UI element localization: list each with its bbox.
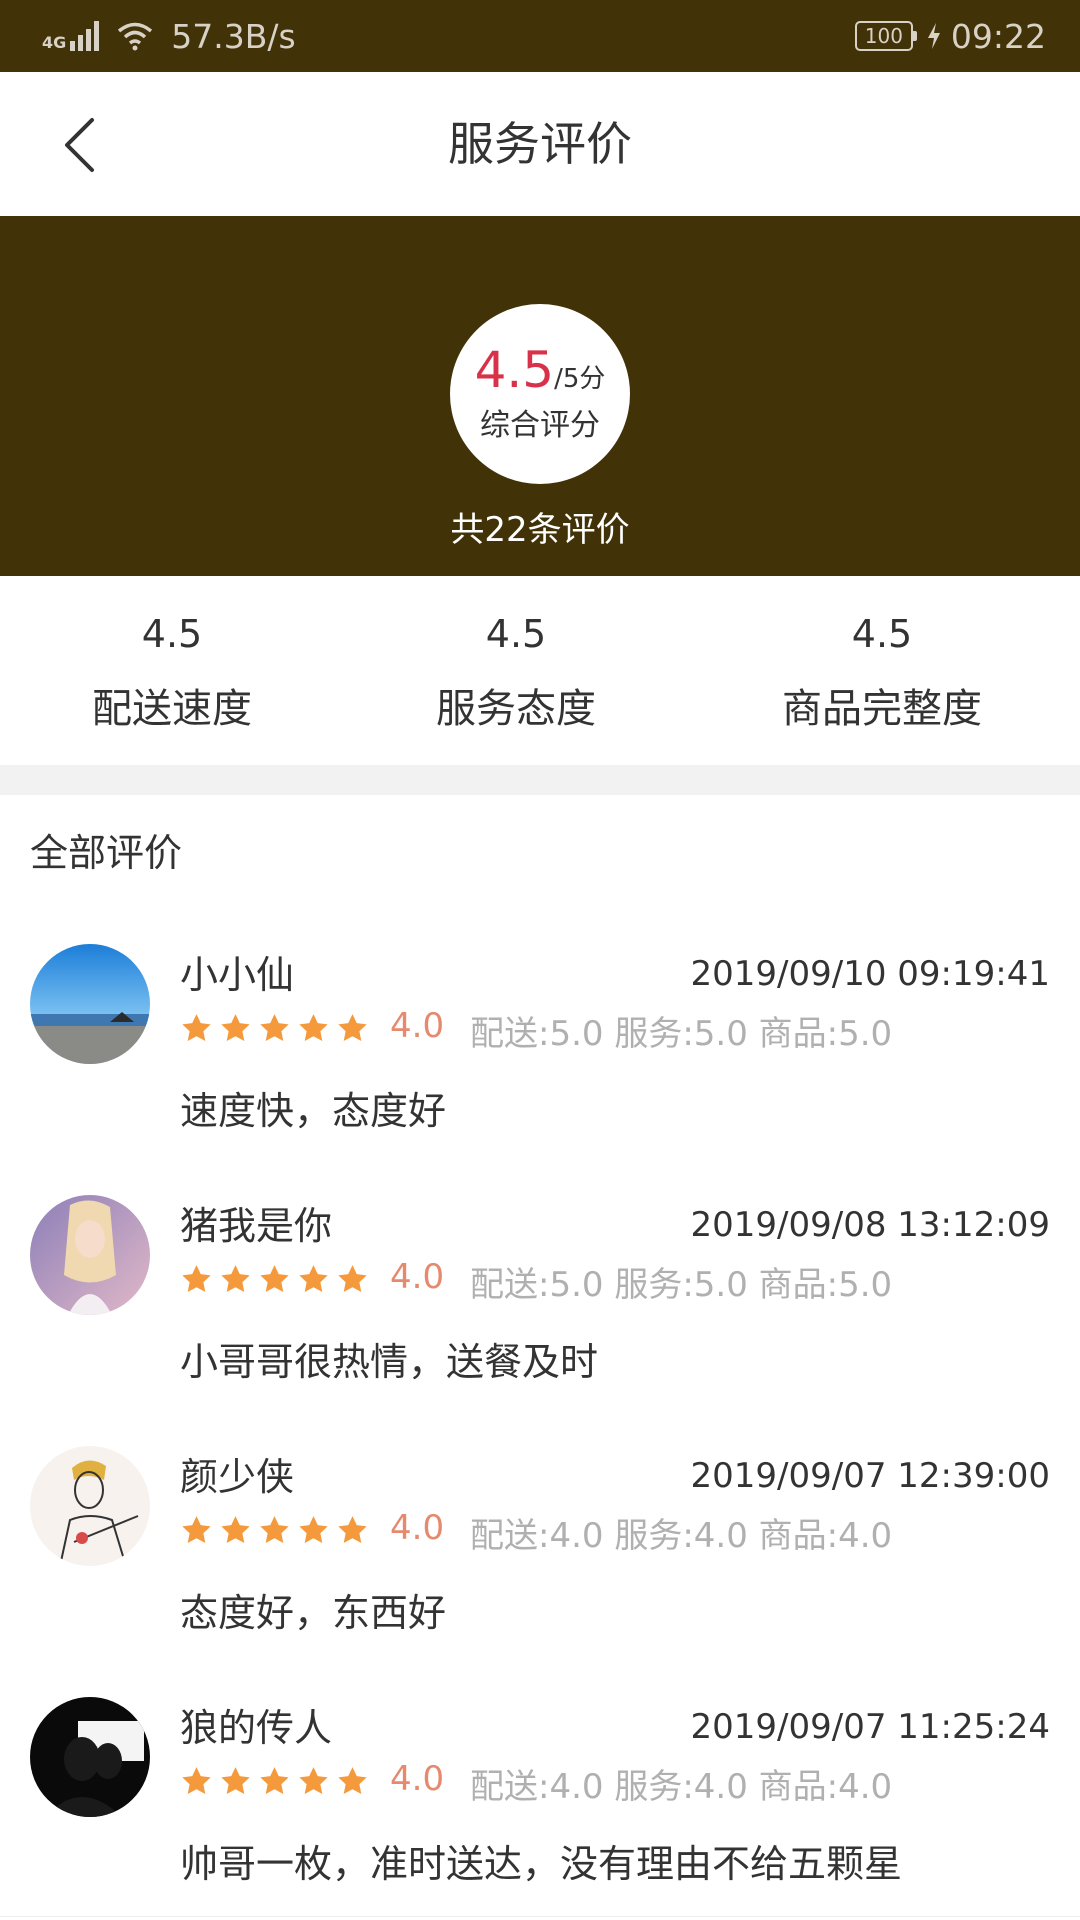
star-rating	[180, 1012, 369, 1045]
review-comment: 态度好，东西好	[180, 1591, 447, 1635]
avatar	[30, 1446, 150, 1566]
review-subscores: 配送:5.0 服务:5.0 商品:5.0	[470, 1014, 893, 1054]
avatar	[30, 1195, 150, 1315]
metric-product-integrity: 4.5 商品完整度	[732, 576, 1032, 734]
metric-label: 服务态度	[436, 686, 596, 732]
star-icon	[260, 1767, 289, 1795]
signal-icon	[70, 21, 100, 51]
star-icon	[338, 1516, 367, 1544]
reviewer-name: 颜少侠	[180, 1455, 295, 1499]
score-line: 4.5/5分	[450, 342, 630, 398]
nav-bar: 服务评价	[0, 72, 1080, 216]
status-bar: 4G 57.3B/s 100 09:22	[0, 0, 1080, 72]
metric-service-attitude: 4.5 服务态度	[366, 576, 666, 734]
battery-level: 100	[854, 21, 913, 51]
star-icon	[221, 1265, 250, 1293]
review-item[interactable]: 颜少侠 2019/09/07 12:39:00 4.0 配送:4.0 服务:4.…	[0, 1414, 1080, 1666]
star-icon	[299, 1767, 328, 1795]
review-rating: 4.0	[390, 1257, 445, 1297]
review-subscores: 配送:5.0 服务:5.0 商品:5.0	[470, 1265, 893, 1305]
charging-icon	[927, 23, 940, 49]
metrics-row: 4.5 配送速度 4.5 服务态度 4.5 商品完整度	[0, 576, 1080, 765]
metric-delivery-speed: 4.5 配送速度	[22, 576, 322, 734]
battery-icon: 100	[854, 21, 917, 51]
review-count: 共22条评价	[450, 510, 630, 550]
star-rating	[180, 1765, 369, 1798]
metric-value: 4.5	[141, 612, 203, 656]
metric-label: 配送速度	[92, 686, 252, 732]
review-item[interactable]: 狼的传人 2019/09/07 11:25:24 4.0 配送:4.0 服务:4…	[0, 1665, 1080, 1917]
reviewer-name: 小小仙	[180, 953, 295, 997]
review-comment: 帅哥一枚，准时送达，没有理由不给五颗星	[180, 1842, 903, 1886]
all-reviews-header: 全部评价	[0, 795, 1080, 913]
metric-label: 商品完整度	[782, 686, 982, 732]
star-icon	[221, 1767, 250, 1795]
review-rating: 4.0	[390, 1006, 445, 1046]
star-icon	[299, 1265, 328, 1293]
star-icon	[182, 1014, 211, 1042]
avatar	[30, 1697, 150, 1817]
star-icon	[221, 1014, 250, 1042]
overall-score: 4.5	[474, 341, 555, 399]
review-date: 2019/09/10 09:19:41	[690, 954, 1050, 994]
star-icon	[338, 1265, 367, 1293]
star-icon	[299, 1516, 328, 1544]
avatar	[30, 944, 150, 1064]
review-item[interactable]: 猪我是你 2019/09/08 13:12:09 4.0 配送:5.0 服务:5…	[0, 1163, 1080, 1415]
star-rating	[180, 1263, 369, 1296]
overall-score-badge: 4.5/5分 综合评分	[450, 304, 630, 484]
star-icon	[182, 1516, 211, 1544]
reviewer-name: 猪我是你	[180, 1204, 333, 1248]
rating-summary: 4.5/5分 综合评分 共22条评价	[0, 216, 1080, 576]
star-icon	[260, 1014, 289, 1042]
review-rating: 4.0	[390, 1759, 445, 1799]
status-right: 100 09:22	[854, 12, 1046, 60]
overall-score-label: 综合评分	[480, 408, 600, 443]
star-icon	[260, 1516, 289, 1544]
page-title: 服务评价	[448, 117, 632, 171]
star-icon	[182, 1265, 211, 1293]
clock: 09:22	[950, 16, 1046, 56]
score-max: /5分	[554, 364, 606, 394]
star-icon	[338, 1767, 367, 1795]
review-comment: 小哥哥很热情，送餐及时	[180, 1340, 599, 1384]
star-icon	[338, 1014, 367, 1042]
star-rating	[180, 1514, 369, 1547]
chevron-left-icon	[65, 118, 94, 172]
review-subscores: 配送:4.0 服务:4.0 商品:4.0	[470, 1767, 893, 1807]
signal-group: 4G	[42, 21, 100, 52]
section-divider	[0, 765, 1080, 795]
network-speed: 57.3B/s	[171, 16, 296, 56]
wifi-icon	[118, 22, 153, 51]
review-date: 2019/09/08 13:12:09	[690, 1205, 1050, 1245]
review-date: 2019/09/07 11:25:24	[690, 1707, 1050, 1747]
star-icon	[260, 1265, 289, 1293]
metric-value: 4.5	[851, 612, 913, 656]
star-icon	[221, 1516, 250, 1544]
review-item[interactable]: 小小仙 2019/09/10 09:19:41 4.0 配送:5.0 服务:5.…	[0, 912, 1080, 1164]
status-left: 4G 57.3B/s	[42, 12, 296, 60]
review-subscores: 配送:4.0 服务:4.0 商品:4.0	[470, 1516, 893, 1556]
back-button[interactable]	[44, 110, 114, 180]
network-type: 4G	[42, 33, 67, 52]
star-icon	[299, 1014, 328, 1042]
review-comment: 速度快，态度好	[180, 1089, 447, 1133]
all-reviews-title: 全部评价	[30, 831, 183, 875]
reviewer-name: 狼的传人	[180, 1706, 333, 1750]
review-rating: 4.0	[390, 1508, 445, 1548]
star-icon	[182, 1767, 211, 1795]
metric-value: 4.5	[485, 612, 547, 656]
review-date: 2019/09/07 12:39:00	[690, 1456, 1050, 1496]
